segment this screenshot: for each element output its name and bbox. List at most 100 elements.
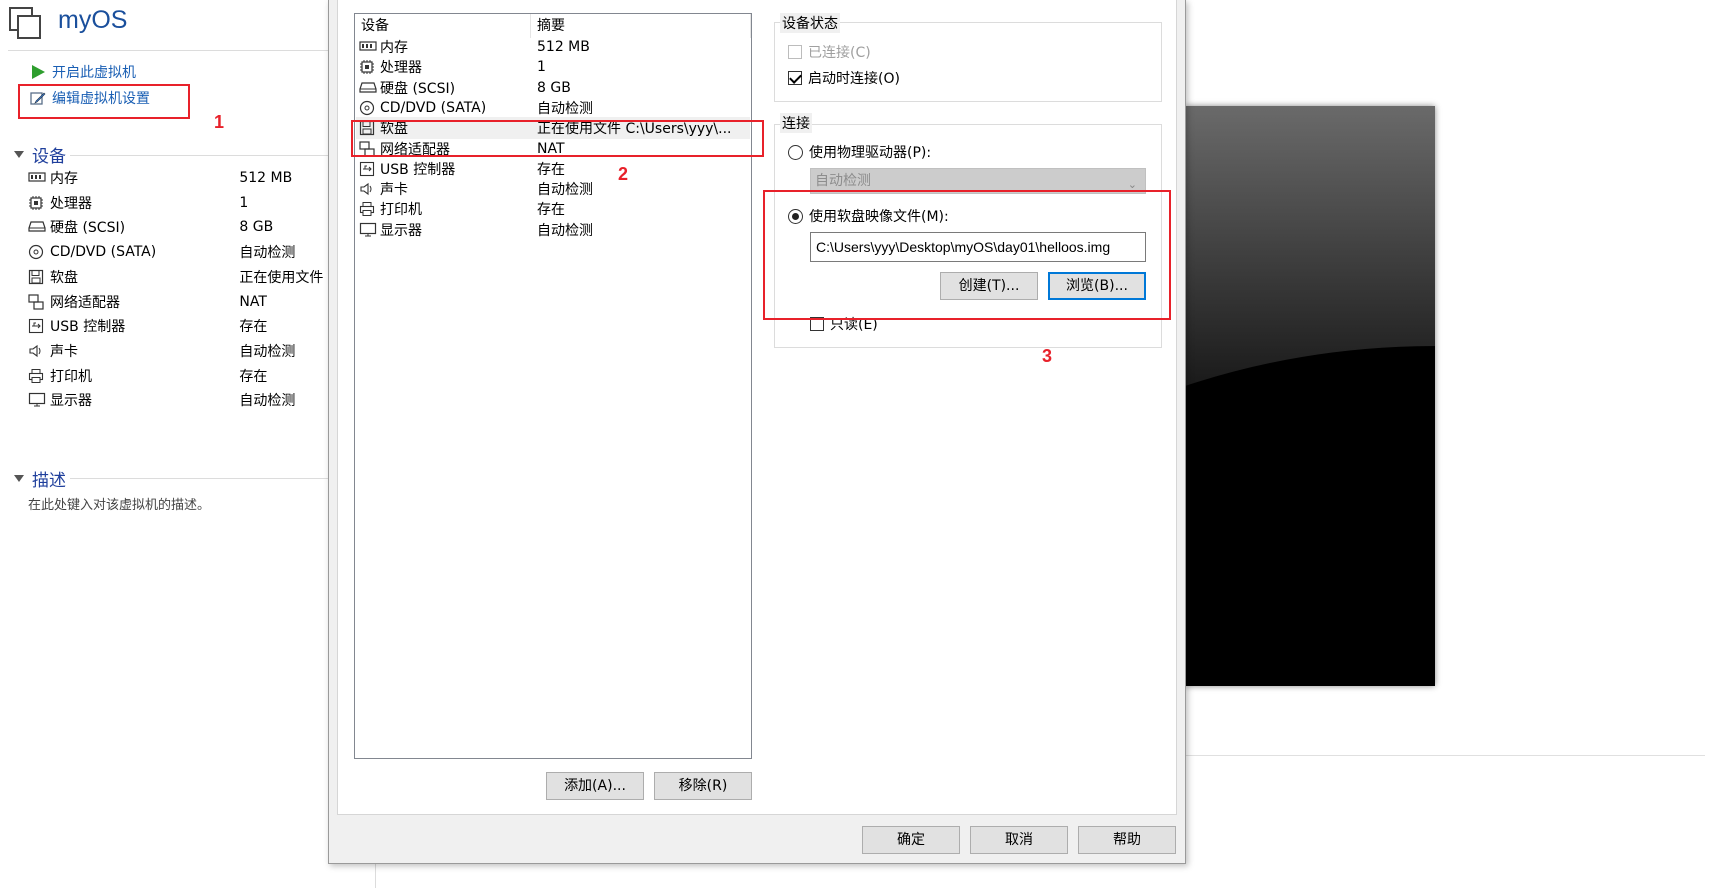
network-icon (28, 293, 46, 310)
device-list-summary: 512 MB (537, 39, 590, 55)
device-list-row[interactable]: USB 控制器 存在 (356, 158, 750, 180)
device-list-row[interactable]: 显示器 自动检测 (356, 219, 750, 241)
device-list-row[interactable]: 打印机 存在 (356, 198, 750, 220)
vm-device-row[interactable]: 声卡 自动检测 (28, 339, 348, 363)
vm-device-name-cell: 软盘 (28, 267, 239, 287)
vm-device-row[interactable]: 硬盘 (SCSI) 8 GB (28, 215, 348, 239)
connect-at-power-on-checkbox[interactable]: 启动时连接(O) (788, 68, 900, 88)
printer-icon (28, 368, 46, 384)
start-vm-link[interactable]: 开启此虚拟机 (30, 62, 136, 82)
annotation-number-1: 1 (214, 112, 225, 132)
panel-divider (375, 860, 376, 888)
vm-device-name: 硬盘 (SCSI) (50, 220, 126, 237)
device-list-summary: 存在 (537, 202, 565, 219)
device-list-row[interactable]: 处理器 1 (356, 56, 750, 78)
device-list-name-cell: 内存 (356, 37, 532, 57)
physical-drive-label: 使用物理驱动器(P): (809, 145, 932, 161)
device-list-name: 显示器 (380, 222, 422, 239)
annotation-number-2: 2 (618, 164, 629, 184)
vm-device-row[interactable]: 软盘 正在使用文件 (28, 265, 348, 289)
device-status-title: 设备状态 (780, 13, 840, 33)
harddisk-icon (28, 219, 46, 235)
device-list-row[interactable]: 内存 512 MB (356, 36, 750, 58)
vm-device-name: 打印机 (50, 368, 92, 385)
vm-device-name-cell: 显示器 (28, 390, 239, 410)
vm-device-row[interactable]: 处理器 1 (28, 191, 348, 215)
vm-device-name: 内存 (50, 171, 78, 187)
display-icon (28, 392, 46, 408)
device-list-name-cell: 硬盘 (SCSI) (356, 78, 532, 98)
device-list-summary: 1 (537, 59, 546, 76)
description-section-header[interactable]: 描述 (14, 466, 66, 491)
collapse-arrow-icon (14, 475, 24, 482)
device-list-name-cell: CD/DVD (SATA) (356, 100, 532, 116)
column-header-device[interactable]: 设备 (355, 14, 531, 38)
vm-device-row[interactable]: 网络适配器 NAT (28, 290, 348, 314)
device-list-header: 设备 摘要 (355, 14, 751, 38)
connect-at-power-on-box (788, 71, 802, 85)
vm-device-row[interactable]: 打印机 存在 (28, 364, 348, 388)
vm-screen-preview[interactable] (1185, 106, 1435, 686)
device-list-row[interactable]: 硬盘 (SCSI) 8 GB (356, 77, 750, 99)
vm-device-name: 软盘 (50, 269, 78, 286)
sound-icon (359, 181, 377, 197)
connected-checkbox[interactable]: 已连接(C) (788, 42, 871, 62)
device-list-name-cell: 处理器 (356, 57, 532, 77)
help-button[interactable]: 帮助 (1078, 826, 1176, 854)
devices-section-title: 设备 (32, 147, 66, 167)
start-vm-label: 开启此虚拟机 (52, 65, 136, 81)
vm-title: myOS (58, 6, 128, 34)
processor-icon (359, 59, 377, 75)
remove-device-button[interactable]: 移除(R) (654, 772, 752, 800)
harddisk-icon (359, 80, 377, 96)
physical-drive-radio-dot (788, 144, 803, 160)
device-list-name-cell: 声卡 (356, 179, 532, 199)
description-section-title: 描述 (32, 471, 66, 491)
device-list-row[interactable]: CD/DVD (SATA) 自动检测 (356, 97, 750, 119)
vm-device-name: 处理器 (50, 195, 92, 212)
vm-device-name-cell: 内存 (28, 168, 239, 188)
connected-checkbox-box (788, 45, 802, 59)
ok-button[interactable]: 确定 (862, 826, 960, 854)
annotation-box-2 (351, 120, 764, 157)
header-divider (8, 50, 328, 51)
vm-device-name-cell: CD/DVD (SATA) (28, 244, 239, 260)
vm-device-row[interactable]: 内存 512 MB (28, 166, 348, 190)
device-status-group (774, 22, 1162, 102)
add-device-button[interactable]: 添加(A)... (546, 772, 644, 800)
device-list-summary: 8 GB (537, 79, 571, 96)
device-list-row[interactable]: 声卡 自动检测 (356, 178, 750, 200)
device-list-name-cell: 显示器 (356, 220, 532, 240)
device-list-name-cell: 打印机 (356, 199, 532, 219)
vm-device-name-cell: 网络适配器 (28, 292, 239, 312)
vm-device-name: USB 控制器 (50, 319, 126, 336)
collapse-arrow-icon (14, 151, 24, 158)
vm-device-name-cell: 硬盘 (SCSI) (28, 217, 239, 237)
annotation-number-3: 3 (1042, 346, 1053, 366)
vm-device-row[interactable]: USB 控制器 存在 (28, 314, 348, 338)
vm-device-row[interactable]: 显示器 自动检测 (28, 388, 348, 412)
vm-device-row[interactable]: CD/DVD (SATA) 自动检测 (28, 240, 348, 264)
column-header-summary[interactable]: 摘要 (531, 14, 751, 38)
device-list-summary: 自动检测 (537, 222, 593, 239)
memory-icon (28, 170, 46, 186)
vm-device-name-cell: USB 控制器 (28, 316, 239, 336)
description-placeholder[interactable]: 在此处键入对该虚拟机的描述。 (28, 494, 210, 513)
annotation-box-1 (18, 84, 190, 119)
processor-icon (28, 195, 46, 211)
printer-icon (359, 201, 377, 217)
device-list-name: CD/DVD (SATA) (380, 99, 487, 116)
floppy-icon (28, 269, 46, 285)
vm-device-name-cell: 声卡 (28, 341, 239, 361)
right-divider (1185, 755, 1705, 756)
play-icon (30, 64, 46, 80)
connection-title: 连接 (780, 113, 812, 133)
cancel-button[interactable]: 取消 (970, 826, 1068, 854)
vm-logo-icon (8, 6, 44, 42)
devices-section-header[interactable]: 设备 (14, 142, 66, 167)
physical-drive-radio[interactable]: 使用物理驱动器(P): (788, 142, 931, 162)
vm-device-name: CD/DVD (SATA) (50, 244, 157, 261)
annotation-box-3 (763, 190, 1171, 320)
device-list-name: 声卡 (380, 182, 408, 199)
cdrom-icon (28, 244, 46, 260)
